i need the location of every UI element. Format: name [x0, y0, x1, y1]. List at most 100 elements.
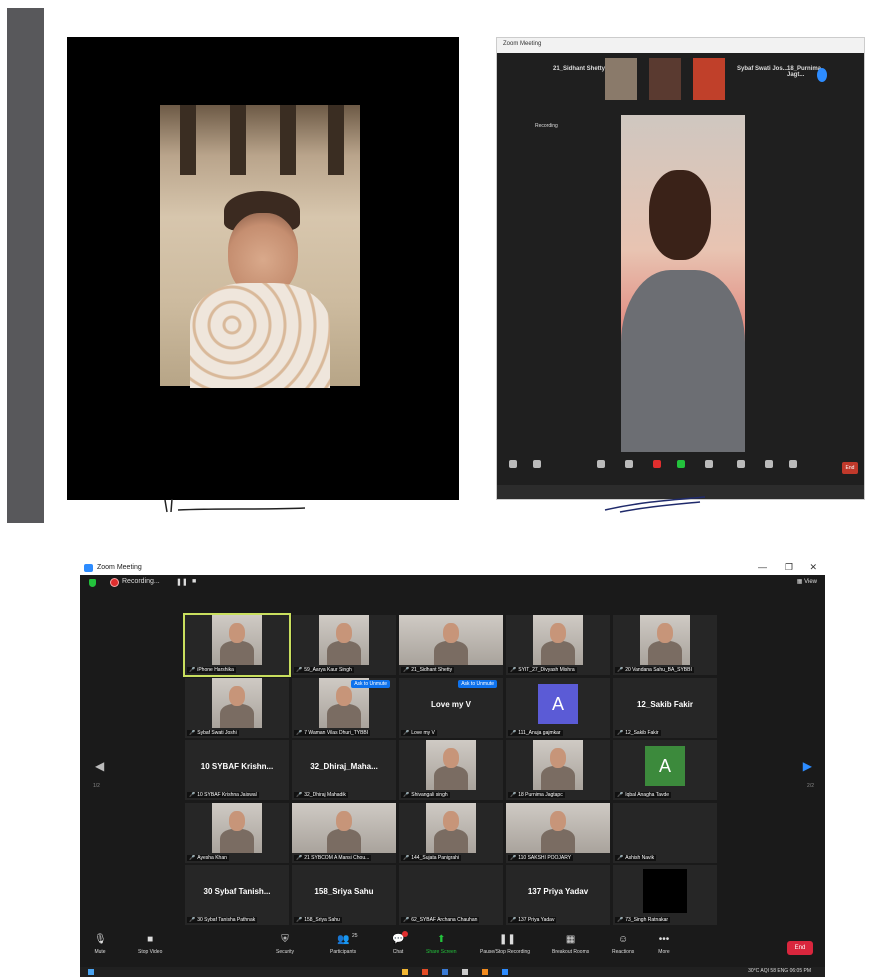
participant-tile[interactable]: 158_Sriya Sahu 🎤 158_Sriya Sahu: [292, 865, 396, 925]
participant-name: 110 SAKSHI POOJARY: [518, 854, 572, 861]
next-page-arrow-icon[interactable]: ▶: [803, 759, 812, 773]
participant-tile[interactable]: 🎤 59_Aarya Kaur Singh: [292, 615, 396, 675]
microphone-icon: 🎙: [94, 934, 107, 945]
view-button[interactable]: ▦ View: [797, 578, 817, 585]
taskbar-zoom-icon[interactable]: [502, 969, 508, 975]
muted-mic-icon: 🎤: [510, 667, 517, 673]
ask-to-unmute-button[interactable]: Ask to Unmute: [351, 679, 390, 688]
participant-name-label: 🎤 30 Sybaf Tanisha Pathnak: [187, 917, 258, 923]
participant-tile[interactable]: 137 Priya Yadav 🎤 137 Priya Yadav: [506, 865, 610, 925]
person: [190, 191, 330, 388]
muted-mic-icon: 🎤: [296, 917, 303, 923]
muted-mic-icon: 🎤: [296, 667, 303, 673]
participant-name: Ayesha Khan: [197, 854, 227, 861]
stop-video-label: Stop Video: [138, 949, 163, 955]
view-label: View: [804, 579, 817, 585]
shirt: [621, 270, 745, 452]
pause-recording-icon[interactable]: ❚❚: [176, 578, 188, 586]
taskbar-app-icon[interactable]: [422, 969, 428, 975]
participants-count: 25: [352, 933, 358, 939]
participant-tile[interactable]: 🎤 20 Vandana Sahu_BA_SYBBI: [613, 615, 717, 675]
stop-video-button[interactable]: ■ Stop Video: [138, 934, 162, 955]
participant-tile[interactable]: Love my V Ask to Unmute 🎤 Love my V: [399, 677, 503, 738]
windows-start-icon[interactable]: [88, 969, 94, 975]
reactions-button[interactable]: ☺ Reactions: [612, 934, 634, 955]
participant-face: [443, 748, 459, 768]
page-indicator: 1/2: [93, 783, 100, 789]
participant-tile[interactable]: 🎤 21_Sidhant Shetty: [399, 615, 503, 675]
participant-body: [541, 641, 575, 665]
chat-button[interactable]: 💬 Chat: [392, 931, 408, 955]
participant-name-label: 🎤 Love my V: [401, 729, 437, 736]
participant-tile[interactable]: 30 Sybaf Tanish... 🎤 30 Sybaf Tanisha Path…: [185, 865, 289, 925]
stop-recording-icon[interactable]: ■: [192, 578, 196, 585]
participant-tile[interactable]: 32_Dhiraj_Maha... 🎤 32_Dhiraj Mahadik: [292, 740, 396, 800]
participant-name: 12_Sakib Fakir: [625, 729, 659, 736]
participant-name: 20 Vandana Sahu_BA_SYBBI: [625, 667, 692, 673]
more-button[interactable]: ••• More: [658, 934, 670, 955]
participant-tile[interactable]: 🎤 Sybaf Swati Joshi: [185, 677, 289, 738]
muted-mic-icon: 🎤: [617, 667, 624, 673]
participant-name-label: 🎤 Ayesha Khan: [187, 854, 229, 861]
participant-body: [541, 766, 575, 790]
security-button[interactable]: ⛨ Security: [276, 934, 294, 955]
mic-icon: [509, 460, 517, 468]
participant-tile[interactable]: 🎤 21 SYBCOM A Mansi Chou...: [292, 802, 396, 863]
participant-tile[interactable]: 🎤 Ashish Navik: [613, 802, 717, 863]
participant-name-label: 🎤 111_Anuja gajmkar: [508, 729, 563, 736]
record-icon: [705, 460, 713, 468]
participant-tile[interactable]: 🎤 73_Singh Ratnakar: [613, 865, 717, 925]
share-screen-button[interactable]: ⬆ Share Screen: [426, 934, 457, 955]
participant-tile[interactable]: 🎤 iPhone Harshika: [183, 613, 291, 677]
muted-mic-icon: 🎤: [617, 729, 624, 736]
security-shield-icon[interactable]: [89, 579, 96, 587]
participant-display-name: 158_Sriya Sahu: [314, 887, 374, 896]
prev-page-arrow-icon[interactable]: ◀: [95, 759, 104, 773]
end-meeting-button[interactable]: End: [787, 941, 813, 955]
breakout-rooms-button[interactable]: ▦ Breakout Rooms: [552, 934, 589, 955]
taskbar-app-icon[interactable]: [442, 969, 448, 975]
muted-mic-icon: 🎤: [403, 729, 410, 736]
strip-thumb: [649, 58, 681, 100]
minimize-icon[interactable]: —: [758, 562, 767, 572]
participants-button[interactable]: 👥 Participants 25: [330, 933, 358, 955]
close-icon[interactable]: ✕: [809, 562, 817, 573]
participant-tile[interactable]: 12_Sakib Fakir 🎤 12_Sakib Fakir: [613, 677, 717, 738]
participant-tile[interactable]: 🎤 110 SAKSHI POOJARY: [506, 802, 610, 863]
participant-body: [327, 828, 361, 853]
participant-tile[interactable]: 10 SYBAF Krishn... 🎤 10 SYBAF Krishna Jais…: [185, 740, 289, 800]
ask-to-unmute-button[interactable]: Ask to Unmute: [458, 679, 497, 688]
meeting-topbar: Recording... ❚❚ ■ ▦ View: [80, 575, 825, 591]
participant-tile[interactable]: 🎤 62_SYBAF Archana Chauhan: [399, 865, 503, 925]
participants-icon: [625, 460, 633, 468]
pause-stop-recording-button[interactable]: ❚❚ Pause/Stop Recording: [480, 934, 530, 955]
taskbar-app-icon[interactable]: [402, 969, 408, 975]
participant-tile[interactable]: 🎤 144_Sujata Panigrahi: [399, 802, 503, 863]
participant-tile[interactable]: Ask to Unmute 🎤 7 Waman Vilas Dhuri_TYBBI: [292, 677, 396, 738]
participant-display-name: 32_Dhiraj_Maha...: [310, 762, 378, 771]
participant-face: [336, 623, 352, 643]
more-icon: •••: [658, 934, 670, 945]
mute-button[interactable]: 🎙 Mute: [94, 934, 107, 955]
participant-name-label: 🎤 iPhone Harshika: [187, 667, 236, 673]
reactions-icon: ☺: [618, 934, 629, 945]
participant-face: [336, 810, 352, 831]
taskbar-app-icon[interactable]: [482, 969, 488, 975]
participants-label: Participants: [330, 949, 357, 955]
participant-name-label: 🎤 7 Waman Vilas Dhuri_TYBBI: [294, 729, 371, 736]
restore-icon[interactable]: ❐: [785, 562, 793, 573]
muted-mic-icon: 🎤: [510, 917, 517, 923]
participant-tile[interactable]: A 🎤 Iqbal Anagha Tavde: [613, 740, 717, 800]
strip-thumb: [605, 58, 637, 100]
muted-mic-icon: 🎤: [189, 729, 196, 736]
participant-body: [220, 828, 254, 853]
share-screen-label: Share Screen: [426, 949, 457, 955]
taskbar-app-icon[interactable]: [462, 969, 468, 975]
participant-tile[interactable]: A 🎤 111_Anuja gajmkar: [506, 677, 610, 738]
participant-tile[interactable]: 🎤 Ayesha Khan: [185, 802, 289, 863]
muted-mic-icon: 🎤: [296, 729, 303, 736]
participant-tile[interactable]: 🎤 SYIT_27_Divyash Mishra: [506, 615, 610, 675]
security-label: Security: [276, 949, 295, 955]
participant-tile[interactable]: 🎤 Shivangali singh: [399, 740, 503, 800]
participant-tile[interactable]: 🎤 18 Purnima Jagtapc: [506, 740, 610, 800]
